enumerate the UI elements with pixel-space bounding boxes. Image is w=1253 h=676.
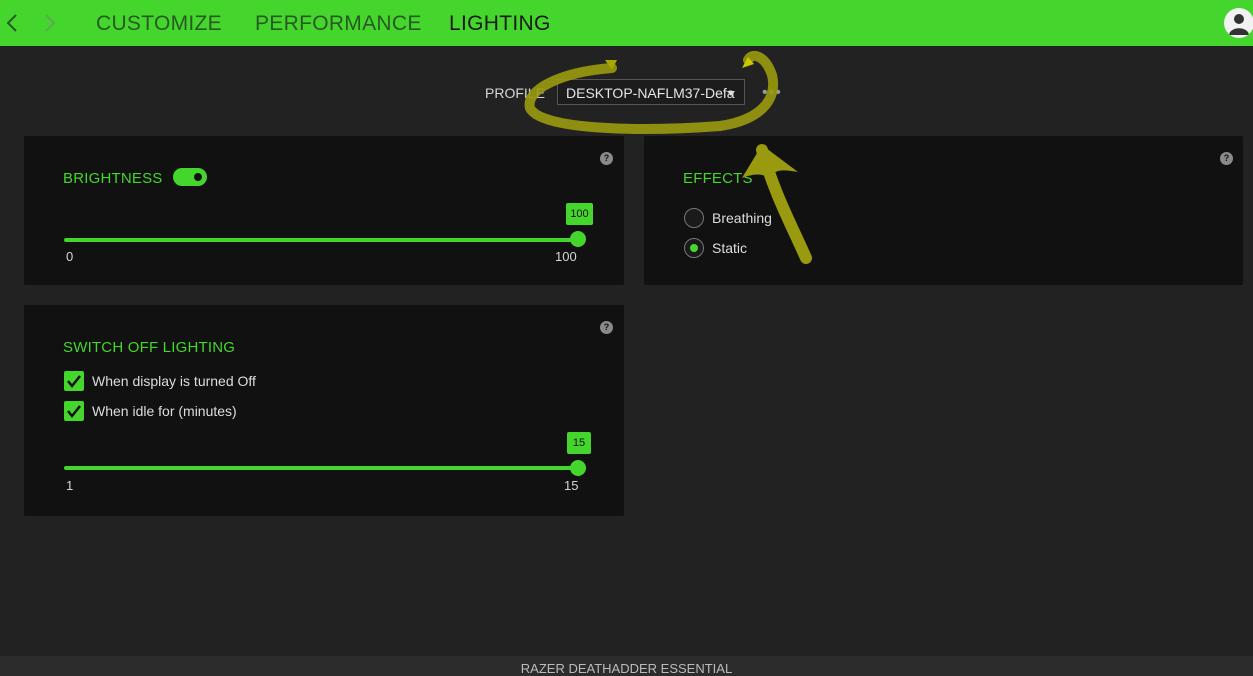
brightness-title: BRIGHTNESS: [63, 170, 163, 187]
idle-min-label: 1: [66, 478, 74, 493]
idle-value-bubble: 15: [567, 432, 591, 454]
checkmark-icon: [67, 405, 81, 419]
brightness-value-bubble: 100: [566, 203, 593, 225]
help-icon[interactable]: ?: [600, 152, 613, 165]
help-icon[interactable]: ?: [1220, 152, 1233, 165]
tab-lighting[interactable]: LIGHTING: [449, 12, 551, 36]
toggle-knob: [192, 171, 204, 183]
idle-max-label: 15: [564, 478, 579, 493]
top-nav-bar: CUSTOMIZE PERFORMANCE LIGHTING: [0, 0, 1253, 46]
brightness-panel: ? BRIGHTNESS 100 0 100: [24, 136, 624, 285]
tab-performance[interactable]: PERFORMANCE: [255, 12, 422, 36]
brightness-slider-track[interactable]: [64, 238, 578, 242]
checkbox-display-off[interactable]: [64, 371, 84, 391]
idle-slider-thumb[interactable]: [570, 460, 586, 476]
radio-static[interactable]: [684, 238, 704, 258]
switch-off-title: SWITCH OFF LIGHTING: [63, 339, 236, 356]
idle-slider-track[interactable]: [64, 466, 578, 470]
device-name-footer: RAZER DEATHADDER ESSENTIAL: [0, 656, 1253, 676]
more-options-icon[interactable]: •••: [762, 84, 782, 102]
back-arrow-icon[interactable]: [2, 10, 22, 36]
profile-label: PROFILE: [485, 85, 545, 101]
brightness-min-label: 0: [66, 249, 74, 264]
switch-off-lighting-panel: ? SWITCH OFF LIGHTING When display is tu…: [24, 305, 624, 516]
radio-static-label[interactable]: Static: [712, 240, 747, 256]
brightness-max-label: 100: [555, 249, 577, 264]
checkmark-icon: [67, 375, 81, 389]
tab-customize[interactable]: CUSTOMIZE: [96, 12, 222, 36]
help-icon[interactable]: ?: [600, 321, 613, 334]
effects-panel: ? EFFECTS Breathing Static: [644, 136, 1243, 285]
effects-title: EFFECTS: [683, 170, 753, 187]
chevron-down-icon[interactable]: [727, 91, 735, 96]
checkbox-idle-label[interactable]: When idle for (minutes): [92, 403, 237, 419]
radio-breathing-label[interactable]: Breathing: [712, 210, 772, 226]
radio-breathing[interactable]: [684, 208, 704, 228]
profile-dropdown[interactable]: DESKTOP-NAFLM37-Defa: [557, 79, 745, 105]
user-avatar-icon[interactable]: [1224, 8, 1253, 38]
brightness-slider-thumb[interactable]: [570, 231, 586, 247]
brightness-toggle[interactable]: [173, 168, 207, 186]
forward-arrow-icon[interactable]: [40, 10, 60, 36]
checkbox-display-off-label[interactable]: When display is turned Off: [92, 373, 256, 389]
checkbox-idle[interactable]: [64, 401, 84, 421]
